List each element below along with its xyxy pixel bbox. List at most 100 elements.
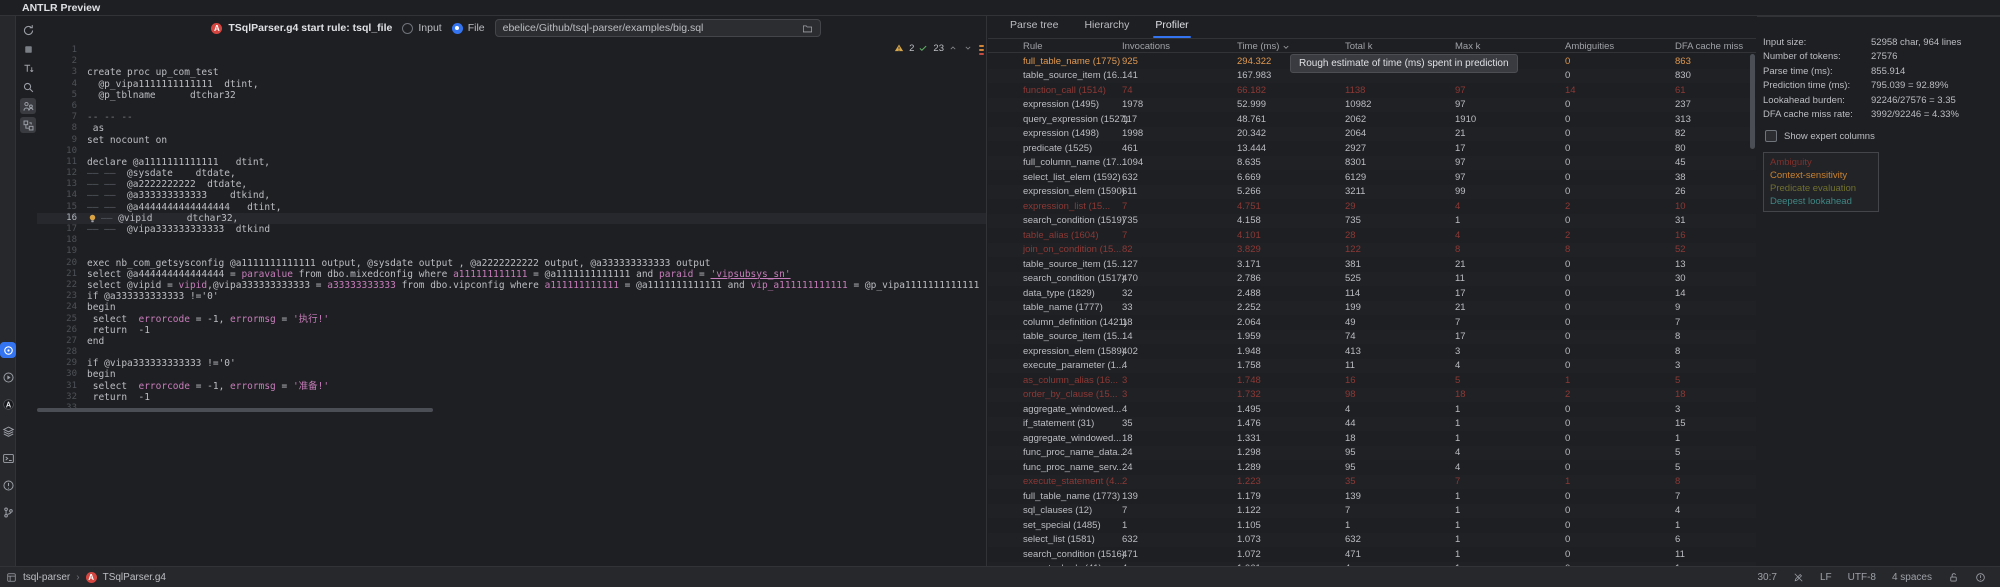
profiler-row[interactable]: search_condition (1517)4702.78652511030 <box>988 272 1756 287</box>
code-line-10[interactable]: 10 <box>37 146 986 157</box>
code-line-20[interactable]: 20exec nb_com_getsysconfig @a11111111111… <box>37 258 986 269</box>
profiler-row[interactable]: select_list (1581)6321.073632106 <box>988 533 1756 548</box>
profiler-row[interactable]: data_type (1829)322.48811417014 <box>988 286 1756 301</box>
error-stripe-mark[interactable] <box>979 49 984 51</box>
profiler-row[interactable]: expression_elem (1589)4021.948413308 <box>988 344 1756 359</box>
code-line-14[interactable]: 14—— —— @a333333333333 dtkind, <box>37 190 986 201</box>
profiler-row[interactable]: expression (1495)197852.99910982970237 <box>988 98 1756 113</box>
code-line-6[interactable]: 6 <box>37 101 986 112</box>
profiler-row[interactable]: as_column_alias (16...31.74816515 <box>988 373 1756 388</box>
column-header-total-k[interactable]: Total k <box>1345 41 1372 52</box>
line-ending[interactable]: LF <box>1820 572 1832 583</box>
profiler-row[interactable]: expression_list (15...74.751294210 <box>988 199 1756 214</box>
antlr-preview-tool-button[interactable] <box>0 342 16 358</box>
code-line-12[interactable]: 12—— —— @sysdate dtdate, <box>37 168 986 179</box>
profiler-row[interactable]: execute_parameter (1...41.75811403 <box>988 359 1756 374</box>
column-header-ambiguities[interactable]: Ambiguities <box>1565 41 1614 52</box>
next-issue-button[interactable] <box>963 43 974 54</box>
breadcrumb-file[interactable]: TSqlParser.g4 <box>103 572 166 583</box>
profiler-row[interactable]: if_statement (31)351.476441015 <box>988 417 1756 432</box>
code-line-15[interactable]: 15—— —— @a4444444444444444 dtint, <box>37 202 986 213</box>
code-line-18[interactable]: 18 <box>37 235 986 246</box>
code-line-30[interactable]: 30begin <box>37 369 986 380</box>
tab-hierarchy[interactable]: Hierarchy <box>1084 16 1129 37</box>
code-line-2[interactable]: 2 <box>37 56 986 67</box>
input-radio-circle[interactable] <box>402 23 413 34</box>
folder-icon[interactable] <box>802 23 813 34</box>
notifications-icon[interactable] <box>1975 572 1986 583</box>
code-line-1[interactable]: 1 <box>37 45 986 56</box>
services-tool-button[interactable] <box>0 423 16 439</box>
tab-parse-tree[interactable]: Parse tree <box>1010 16 1058 37</box>
problems-tool-button[interactable] <box>0 477 16 493</box>
show-expert-columns-checkbox[interactable]: Show expert columns <box>1765 130 2000 142</box>
code-line-8[interactable]: 8 as <box>37 123 986 134</box>
profiler-row[interactable]: full_column_name (17...10948.63583019704… <box>988 156 1756 171</box>
antlr-tool-button[interactable] <box>0 396 16 412</box>
profiler-row[interactable]: table_name (1777)332.2521992109 <box>988 301 1756 316</box>
tab-profiler[interactable]: Profiler <box>1155 16 1188 37</box>
indent-setting[interactable]: 4 spaces <box>1892 572 1932 583</box>
profiler-row[interactable]: table_source_item (15...141.959741708 <box>988 330 1756 345</box>
profiler-row[interactable]: order_by_clause (15...31.7329818218 <box>988 388 1756 403</box>
code-line-31[interactable]: 31 select errorcode = -1, errormsg = '准备… <box>37 381 986 392</box>
profiler-row[interactable]: select_list_elem (1592)6326.669612997038 <box>988 170 1756 185</box>
profiler-row[interactable]: set_special (1485)11.1051101 <box>988 518 1756 533</box>
zoom-button[interactable] <box>20 79 36 95</box>
code-line-4[interactable]: 4 @p_vipa1111111111111 dtint, <box>37 79 986 90</box>
error-stripe-mark[interactable] <box>979 45 984 47</box>
code-line-25[interactable]: 25 select errorcode = -1, errormsg = '执行… <box>37 314 986 325</box>
terminal-tool-button[interactable] <box>0 450 16 466</box>
column-header-max-k[interactable]: Max k <box>1455 41 1480 52</box>
profiler-row[interactable]: sql_clauses (12)71.1227104 <box>988 504 1756 519</box>
profiler-mode-button[interactable] <box>20 98 36 114</box>
code-line-3[interactable]: 3create proc up_com_test <box>37 67 986 78</box>
file-path-field[interactable]: ebelice/Github/tsql-parser/examples/big.… <box>495 19 821 37</box>
profiler-row[interactable]: execute_statement (4...21.22335718 <box>988 475 1756 490</box>
profiler-row[interactable]: func_proc_name_serv...241.28995405 <box>988 460 1756 475</box>
code-line-13[interactable]: 13—— —— @a2222222222 dtdate, <box>37 179 986 190</box>
code-line-5[interactable]: 5 @p_tblname dtchar32 <box>37 90 986 101</box>
file-encoding[interactable]: UTF-8 <box>1848 572 1876 583</box>
profiler-row[interactable]: predicate (1525)46113.444292717080 <box>988 141 1756 156</box>
code-line-16[interactable]: 16—— @vipid dtchar32, <box>37 213 986 224</box>
profiler-row[interactable]: aggregate_windowed...181.33118101 <box>988 431 1756 446</box>
profiler-row[interactable]: expression_elem (1590)6115.266321199026 <box>988 185 1756 200</box>
prev-issue-button[interactable] <box>948 43 959 54</box>
structure-view-button[interactable] <box>20 117 36 133</box>
profiler-row[interactable]: search_condition (1519)7354.1587351031 <box>988 214 1756 229</box>
column-header-dfa-cache-miss[interactable]: DFA cache miss <box>1675 41 1743 52</box>
code-line-21[interactable]: 21select @a444444444444444 = paravalue f… <box>37 269 986 280</box>
horizontal-scrollbar[interactable] <box>37 408 433 412</box>
code-line-11[interactable]: 11declare @a1111111111111 dtint, <box>37 157 986 168</box>
code-line-23[interactable]: 23if @a333333333333 !='0' <box>37 291 986 302</box>
code-line-22[interactable]: 22select @vipid = vipid,@vipa33333333333… <box>37 280 986 291</box>
code-line-29[interactable]: 29if @vipa333333333333 !='0' <box>37 358 986 369</box>
code-line-24[interactable]: 24begin <box>37 302 986 313</box>
profiler-row[interactable]: column_definition (1421)182.06449707 <box>988 315 1756 330</box>
run-tool-button[interactable] <box>0 369 16 385</box>
table-vertical-scrollbar[interactable] <box>1750 54 1755 149</box>
version-control-tool-button[interactable] <box>0 504 16 520</box>
profiler-row[interactable]: expression (1498)199820.342206421082 <box>988 127 1756 142</box>
refresh-button[interactable] <box>20 22 36 38</box>
profiler-row[interactable]: join_on_condition (15...823.8291228852 <box>988 243 1756 258</box>
profiler-row[interactable]: table_source_item (15...1273.17138121013 <box>988 257 1756 272</box>
error-stripe-mark[interactable] <box>979 53 984 55</box>
code-line-27[interactable]: 27end <box>37 336 986 347</box>
readonly-pen-icon[interactable] <box>1793 572 1804 583</box>
profiler-row[interactable]: func_proc_name_data...241.29895405 <box>988 446 1756 461</box>
column-header-rule[interactable]: Rule <box>1023 41 1043 52</box>
input-radio[interactable]: Input <box>402 22 441 34</box>
unlock-icon[interactable] <box>1948 572 1959 583</box>
breadcrumb-project[interactable]: tsql-parser <box>23 572 70 583</box>
stop-button[interactable] <box>20 41 36 57</box>
file-radio[interactable]: File <box>452 22 485 34</box>
inspections-widget[interactable]: 2 23 <box>894 43 974 54</box>
code-editor[interactable]: 123create proc up_com_test4 @p_vipa11111… <box>37 40 986 566</box>
profiler-row[interactable]: aggregate_windowed...41.4954103 <box>988 402 1756 417</box>
code-line-28[interactable]: 28 <box>37 347 986 358</box>
checkbox-box[interactable] <box>1765 130 1777 142</box>
profiler-row[interactable]: search_condition (1516)4711.0724711011 <box>988 547 1756 562</box>
code-line-7[interactable]: 7-- -- -- <box>37 112 986 123</box>
